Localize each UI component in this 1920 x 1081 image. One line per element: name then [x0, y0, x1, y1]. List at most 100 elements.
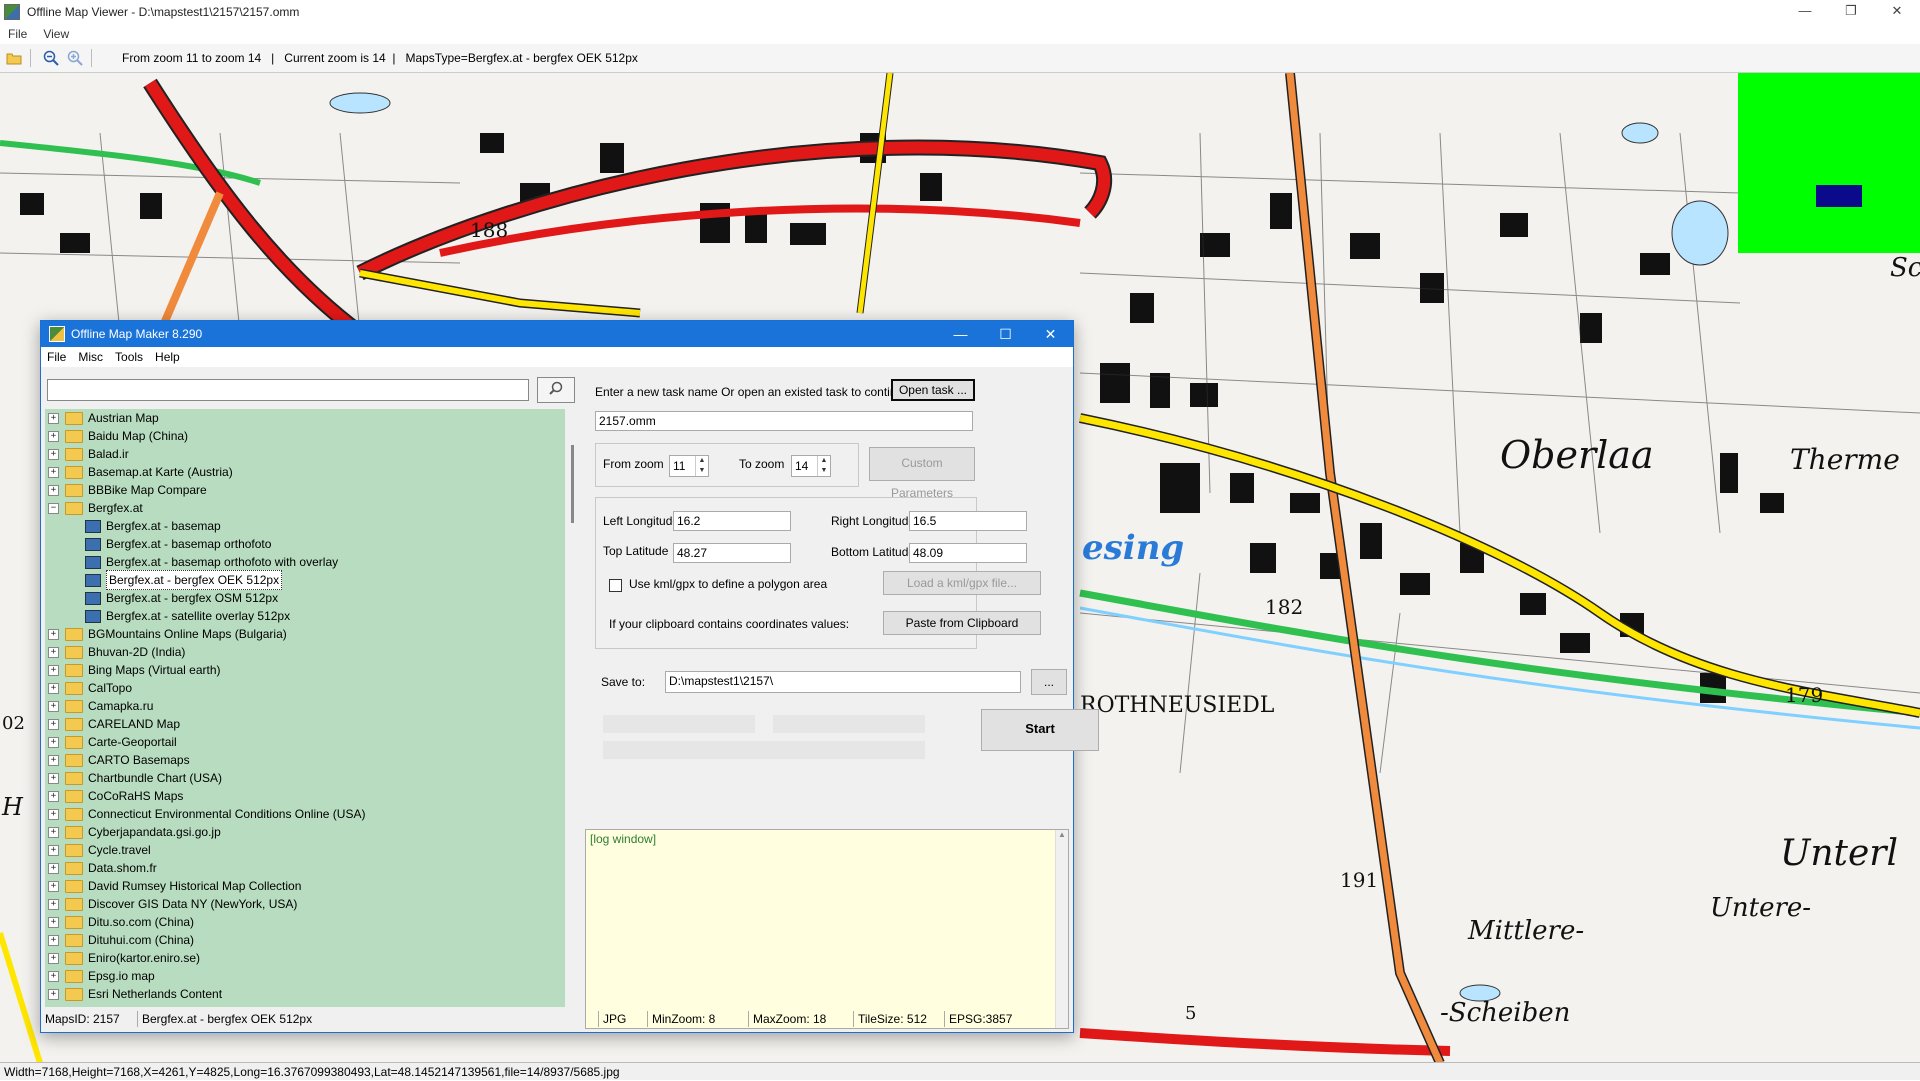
expand-icon[interactable]: +	[48, 664, 59, 676]
tree-child-item[interactable]: Bergfex.at - basemap orthofoto	[45, 535, 565, 553]
tree-item[interactable]: + Discover GIS Data NY (NewYork, USA)	[45, 895, 565, 913]
open-folder-icon[interactable]	[4, 48, 24, 68]
tree-item[interactable]: + Data.shom.fr	[45, 859, 565, 877]
expand-icon[interactable]: +	[48, 862, 59, 874]
tree-item[interactable]: + David Rumsey Historical Map Collection	[45, 877, 565, 895]
tree-item[interactable]: + CARELAND Map	[45, 715, 565, 733]
dialog-close-button[interactable]: ✕	[1028, 321, 1073, 347]
tree-child-item[interactable]: Bergfex.at - basemap orthofoto with over…	[45, 553, 565, 571]
to-zoom-spinner[interactable]: 14 ▲ ▼	[791, 455, 831, 477]
expand-icon[interactable]: +	[48, 970, 59, 982]
tree-item[interactable]: + BBBike Map Compare	[45, 481, 565, 499]
expand-icon[interactable]: +	[48, 898, 59, 910]
tree-item[interactable]: + Ditu.so.com (China)	[45, 913, 565, 931]
tree-item[interactable]: + Chartbundle Chart (USA)	[45, 769, 565, 787]
tree-item[interactable]: + Bing Maps (Virtual earth)	[45, 661, 565, 679]
expand-icon[interactable]: +	[48, 826, 59, 838]
expand-icon[interactable]: +	[48, 484, 59, 496]
tree-item[interactable]: + CoCoRaHS Maps	[45, 787, 565, 805]
from-zoom-spinner[interactable]: 11 ▲ ▼	[669, 455, 709, 477]
expand-icon[interactable]: +	[48, 790, 59, 802]
tree-item[interactable]: + Basemap.at Karte (Austria)	[45, 463, 565, 481]
dialog-menu-tools[interactable]: Tools	[109, 350, 149, 364]
expand-icon[interactable]: +	[48, 916, 59, 928]
minimap-viewport[interactable]	[1816, 185, 1862, 207]
log-window[interactable]: [log window] ▲	[585, 829, 1069, 1029]
expand-icon[interactable]: +	[48, 988, 59, 1000]
collapse-icon[interactable]: −	[48, 502, 59, 514]
dialog-menu-misc[interactable]: Misc	[72, 350, 109, 364]
close-button[interactable]: ✕	[1874, 0, 1920, 22]
tree-child-item[interactable]: Bergfex.at - bergfex OSM 512px	[45, 589, 565, 607]
load-kml-button[interactable]: Load a kml/gpx file...	[883, 571, 1041, 595]
expand-icon[interactable]: +	[48, 736, 59, 748]
log-scrollbar[interactable]: ▲	[1055, 830, 1068, 1028]
start-button[interactable]: Start	[981, 709, 1099, 751]
dialog-maximize-button[interactable]: ☐	[983, 321, 1028, 347]
tree-scrollbar[interactable]	[569, 409, 577, 1007]
browse-button[interactable]: ...	[1031, 669, 1067, 695]
minimize-button[interactable]: —	[1782, 0, 1828, 22]
save-to-input[interactable]: D:\mapstest1\2157\	[665, 671, 1021, 693]
menu-view[interactable]: View	[35, 27, 77, 41]
tree-item[interactable]: + Austrian Map	[45, 409, 565, 427]
open-task-button[interactable]: Open task ...	[891, 379, 975, 401]
scrollbar-thumb[interactable]	[571, 445, 574, 523]
expand-icon[interactable]: +	[48, 646, 59, 658]
tree-item[interactable]: + Cyberjapandata.gsi.go.jp	[45, 823, 565, 841]
tree-item[interactable]: + Eniro(kartor.eniro.se)	[45, 949, 565, 967]
paste-from-clipboard-button[interactable]: Paste from Clipboard	[883, 611, 1041, 635]
expand-icon[interactable]: +	[48, 430, 59, 442]
expand-icon[interactable]: +	[48, 808, 59, 820]
tree-child-item[interactable]: Bergfex.at - bergfex OEK 512px	[45, 570, 565, 590]
tree-item[interactable]: + CalTopo	[45, 679, 565, 697]
menu-file[interactable]: File	[0, 27, 35, 41]
expand-icon[interactable]: +	[48, 844, 59, 856]
expand-icon[interactable]: +	[48, 412, 59, 424]
map-search-input[interactable]	[47, 379, 529, 401]
custom-parameters-button[interactable]: Custom Parameters	[869, 447, 975, 500]
tree-item[interactable]: + CARTO Basemaps	[45, 751, 565, 769]
dialog-minimize-button[interactable]: —	[938, 321, 983, 347]
task-name-input[interactable]: 2157.omm	[595, 411, 973, 431]
tree-item[interactable]: + Carte-Geoportail	[45, 733, 565, 751]
expand-icon[interactable]: +	[48, 700, 59, 712]
tree-item[interactable]: + Cycle.travel	[45, 841, 565, 859]
kml-polygon-checkbox[interactable]	[609, 579, 622, 592]
tree-child-item[interactable]: Bergfex.at - satellite overlay 512px	[45, 607, 565, 625]
tree-item[interactable]: + BGMountains Online Maps (Bulgaria)	[45, 625, 565, 643]
minimap[interactable]	[1738, 73, 1920, 253]
dialog-menu-file[interactable]: File	[41, 350, 72, 364]
tree-item[interactable]: + Balad.ir	[45, 445, 565, 463]
expand-icon[interactable]: +	[48, 718, 59, 730]
tree-item[interactable]: + Dituhui.com (China)	[45, 931, 565, 949]
tree-item[interactable]: + Bhuvan-2D (India)	[45, 643, 565, 661]
zoom-in-icon[interactable]	[65, 48, 85, 68]
tree-item[interactable]: + Baidu Map (China)	[45, 427, 565, 445]
expand-icon[interactable]: +	[48, 952, 59, 964]
expand-icon[interactable]: +	[48, 772, 59, 784]
tree-item[interactable]: + Epsg.io map	[45, 967, 565, 985]
expand-icon[interactable]: +	[48, 754, 59, 766]
zoom-out-icon[interactable]	[41, 48, 61, 68]
bottom-latitude-input[interactable]: 48.09	[909, 543, 1027, 563]
top-latitude-input[interactable]: 48.27	[673, 543, 791, 563]
tree-child-item[interactable]: Bergfex.at - basemap	[45, 517, 565, 535]
tree-item[interactable]: − Bergfex.at	[45, 499, 565, 517]
maximize-button[interactable]: ❐	[1828, 0, 1874, 22]
expand-icon[interactable]: +	[48, 466, 59, 478]
left-longitude-input[interactable]: 16.2	[673, 511, 791, 531]
expand-icon[interactable]: +	[48, 682, 59, 694]
tree-item[interactable]: + Connecticut Environmental Conditions On…	[45, 805, 565, 823]
dialog-menu-help[interactable]: Help	[149, 350, 186, 364]
search-button[interactable]	[537, 377, 575, 403]
expand-icon[interactable]: +	[48, 448, 59, 460]
tree-item[interactable]: + Esri Netherlands Content	[45, 985, 565, 1003]
expand-icon[interactable]: +	[48, 628, 59, 640]
expand-icon[interactable]: +	[48, 880, 59, 892]
expand-icon[interactable]: +	[48, 934, 59, 946]
right-longitude-input[interactable]: 16.5	[909, 511, 1027, 531]
tree-item-label: Austrian Map	[88, 411, 159, 425]
map-type-tree[interactable]: + Austrian Map + Baidu Map (China) + Balad.ir…	[45, 409, 565, 1007]
tree-item[interactable]: + Camapka.ru	[45, 697, 565, 715]
